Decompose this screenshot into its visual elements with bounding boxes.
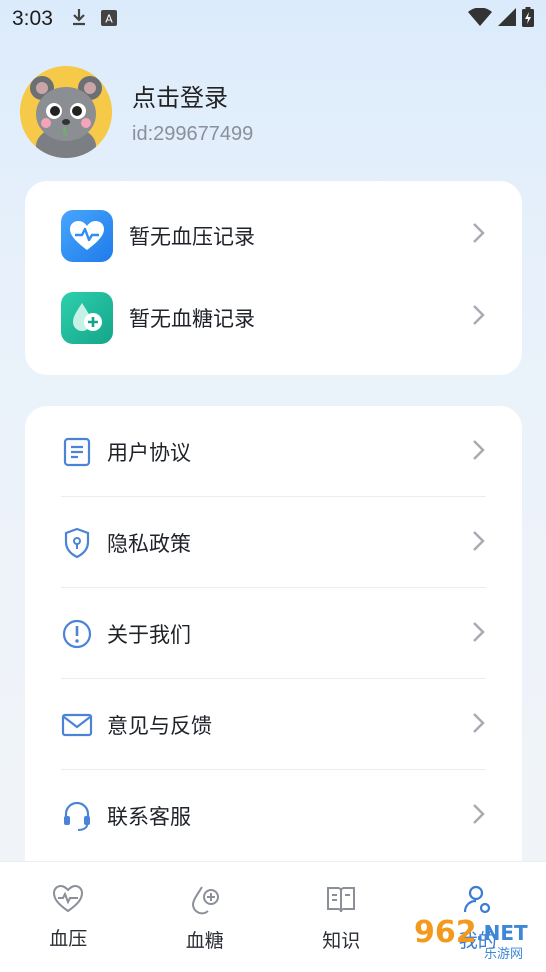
chevron-right-icon (472, 712, 486, 738)
menu-item-label: 隐私政策 (107, 531, 191, 556)
records-card: 暂无血压记录 暂无血糖记录 (25, 181, 522, 375)
svg-text:.NET: .NET (476, 921, 528, 945)
menu-item-label: 联系客服 (107, 804, 191, 829)
blood-drop-icon (61, 292, 113, 344)
chevron-right-icon (472, 530, 486, 556)
svg-text:962: 962 (414, 915, 477, 950)
user-id: id:299677499 (132, 123, 254, 145)
drop-plus-outline-icon (189, 884, 221, 920)
blood-sugar-record-label: 暂无血糖记录 (129, 307, 255, 331)
chevron-right-icon (472, 621, 486, 647)
blood-pressure-record-row[interactable]: 暂无血压记录 (25, 195, 522, 277)
tab-blood-pressure[interactable]: 血压 (0, 862, 137, 972)
download-icon (71, 7, 87, 31)
avatar[interactable] (20, 66, 112, 158)
tab-knowledge[interactable]: 知识 (273, 862, 410, 972)
login-prompt[interactable]: 点击登录 (132, 78, 253, 113)
menu-item-feedback[interactable]: 意见与反馈 (25, 679, 522, 770)
svg-text:乐游网: 乐游网 (484, 947, 523, 962)
chevron-right-icon (472, 803, 486, 829)
chevron-right-icon (472, 303, 486, 333)
battery-icon (522, 6, 534, 32)
info-icon (61, 618, 93, 650)
tab-label: 血压 (49, 928, 88, 950)
menu-item-privacy-policy[interactable]: 隐私政策 (25, 497, 522, 588)
chevron-right-icon (472, 221, 486, 251)
menu-item-label: 意见与反馈 (107, 713, 212, 738)
settings-menu-card: 用户协议 隐私政策 关于我们 意见与反馈 联系客服 (25, 406, 522, 926)
shield-icon (61, 527, 93, 559)
watermark-logo: 962 .NET 乐游网 (412, 914, 538, 966)
status-time: 3:03 (12, 7, 53, 30)
mail-icon (61, 709, 93, 741)
tab-blood-sugar[interactable]: 血糖 (137, 862, 274, 972)
chevron-right-icon (472, 439, 486, 465)
book-icon (325, 884, 357, 920)
heart-pulse-icon (61, 210, 113, 262)
svg-text:A: A (105, 13, 113, 26)
wifi-icon (468, 7, 492, 31)
menu-item-customer-service[interactable]: 联系客服 (25, 770, 522, 861)
document-icon (61, 436, 93, 468)
menu-item-about-us[interactable]: 关于我们 (25, 588, 522, 679)
blood-sugar-record-row[interactable]: 暂无血糖记录 (25, 277, 522, 359)
menu-item-label: 用户协议 (107, 440, 191, 465)
menu-item-user-agreement[interactable]: 用户协议 (25, 406, 522, 497)
tab-label: 知识 (322, 930, 361, 952)
menu-item-label: 关于我们 (107, 622, 191, 647)
status-bar: 3:03 A (0, 0, 546, 38)
bottom-tab-bar: 血压 血糖 知识 我的 962 .NET 乐游网 (0, 861, 546, 972)
tab-label: 血糖 (185, 930, 224, 952)
headset-icon (61, 800, 93, 832)
heart-pulse-outline-icon (52, 884, 84, 918)
signal-icon (498, 7, 516, 31)
profile-header[interactable]: 点击登录 id:299677499 (20, 66, 253, 158)
blood-pressure-record-label: 暂无血压记录 (129, 225, 255, 249)
a-icon: A (100, 7, 117, 31)
